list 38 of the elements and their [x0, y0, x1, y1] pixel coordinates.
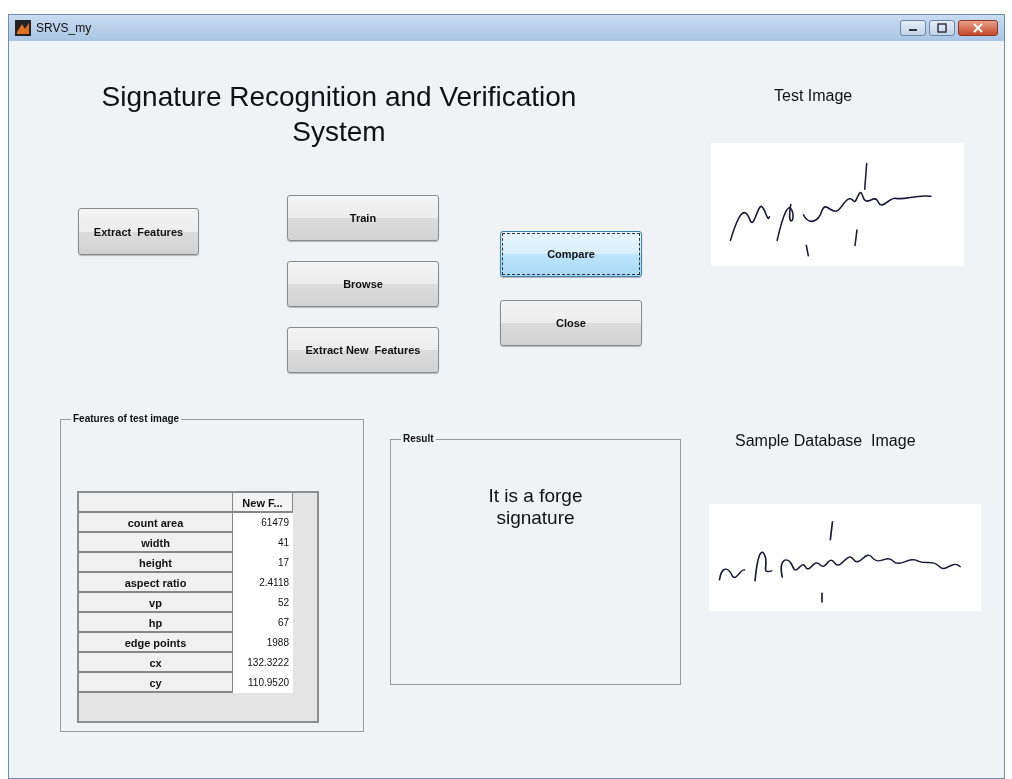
close-icon [972, 23, 984, 33]
window-title: SRVS_my [36, 21, 93, 35]
table-cell: 110.9520 [233, 673, 293, 693]
action-button[interactable]: Compare [500, 231, 642, 277]
table-cell: 2.4118 [233, 573, 293, 593]
row-header: count area [79, 513, 233, 533]
table-cell: 52 [233, 593, 293, 613]
table-cell: 61479 [233, 513, 293, 533]
app-heading: Signature Recognition and Verification System [100, 80, 578, 149]
action-button[interactable]: Close [500, 300, 642, 346]
row-header: vp [79, 593, 233, 613]
row-header: width [79, 533, 233, 553]
row-header: edge points [79, 633, 233, 653]
table-cell: 41 [233, 533, 293, 553]
panel-title: Result [401, 433, 436, 444]
row-header: aspect ratio [79, 573, 233, 593]
action-button[interactable]: Train [287, 195, 439, 241]
table-cell: 132.3222 [233, 653, 293, 673]
panel-title: Features of test image [71, 413, 182, 424]
action-button[interactable]: Extract New Features [287, 327, 439, 373]
maximize-icon [936, 23, 948, 33]
maximize-button[interactable] [929, 20, 955, 36]
close-button[interactable] [958, 20, 998, 36]
image-label: Test Image [774, 87, 853, 105]
row-header: cy [79, 673, 233, 693]
minimize-button[interactable] [900, 20, 926, 36]
app-icon [15, 20, 31, 36]
row-header: cx [79, 653, 233, 673]
row-header: hp [79, 613, 233, 633]
result-message: It is a forge signature [487, 485, 584, 529]
column-header: New F... [233, 493, 293, 513]
action-button[interactable]: Extract Features [78, 208, 199, 255]
action-button[interactable]: Browse [287, 261, 439, 307]
image-label: Sample Database Image [735, 432, 916, 450]
table-cell: 67 [233, 613, 293, 633]
table-cell: 1988 [233, 633, 293, 653]
table-cell: 17 [233, 553, 293, 573]
row-header: height [79, 553, 233, 573]
